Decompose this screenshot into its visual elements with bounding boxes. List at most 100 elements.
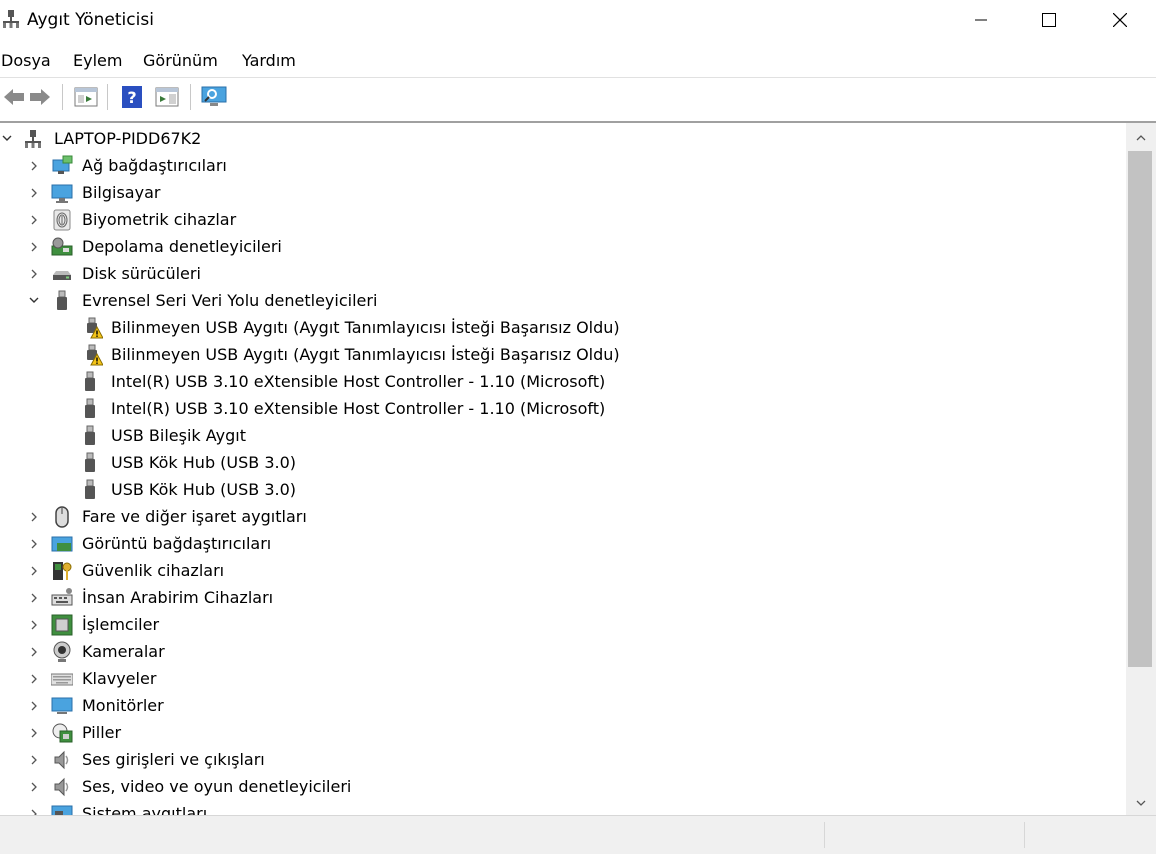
tree-category-label: Ağ bağdaştırıcıları <box>82 156 227 175</box>
scroll-up-button[interactable] <box>1126 123 1156 151</box>
menu-gorunum[interactable]: Görünüm <box>142 48 219 74</box>
tree-category[interactable]: Ses girişleri ve çıkışları <box>0 746 1126 773</box>
fingerprint-icon <box>51 209 73 231</box>
close-button[interactable] <box>1097 0 1143 40</box>
chevron-right-icon[interactable] <box>27 179 41 206</box>
chevron-down-icon <box>1136 800 1146 806</box>
tree-category[interactable]: Güvenlik cihazları <box>0 557 1126 584</box>
tree-device[interactable]: Intel(R) USB 3.10 eXtensible Host Contro… <box>0 368 1126 395</box>
scan-hardware-button[interactable] <box>200 83 228 111</box>
chevron-right-icon[interactable] <box>27 611 41 638</box>
chevron-right-icon[interactable] <box>27 665 41 692</box>
close-icon <box>1113 13 1127 27</box>
chevron-right-icon[interactable] <box>27 260 41 287</box>
battery-icon <box>51 722 73 744</box>
tree-device[interactable]: Intel(R) USB 3.10 eXtensible Host Contro… <box>0 395 1126 422</box>
tree-category-label: Fare ve diğer işaret aygıtları <box>82 507 307 526</box>
minimize-button[interactable] <box>958 0 1004 40</box>
computer-icon <box>51 182 73 204</box>
tree-device-label: Bilinmeyen USB Aygıtı (Aygıt Tanımlayıcı… <box>111 345 620 364</box>
tree-device[interactable]: USB Kök Hub (USB 3.0) <box>0 449 1126 476</box>
usb-icon <box>79 425 101 447</box>
tree-category[interactable]: Biyometrik cihazlar <box>0 206 1126 233</box>
status-pane <box>824 822 1025 848</box>
display-adapter-icon <box>51 533 73 555</box>
back-icon <box>4 89 24 105</box>
svg-text:?: ? <box>127 88 136 107</box>
chevron-right-icon[interactable] <box>27 692 41 719</box>
chevron-right-icon[interactable] <box>27 152 41 179</box>
menu-yardim[interactable]: Yardım <box>241 48 297 74</box>
hid-icon <box>51 587 73 609</box>
chevron-up-icon <box>1136 134 1146 140</box>
chevron-right-icon[interactable] <box>27 233 41 260</box>
usb-icon <box>79 452 101 474</box>
tree-category[interactable]: Görüntü bağdaştırıcıları <box>0 530 1126 557</box>
disk-drive-icon <box>51 263 73 285</box>
chevron-right-icon[interactable] <box>27 773 41 800</box>
camera-icon <box>51 641 73 663</box>
tree-category-label: İşlemciler <box>82 615 160 634</box>
action-pane-button[interactable] <box>153 83 181 111</box>
usb-icon <box>79 371 101 393</box>
scroll-down-button[interactable] <box>1126 789 1156 817</box>
tree-category[interactable]: Piller <box>0 719 1126 746</box>
vertical-scrollbar[interactable] <box>1126 123 1156 817</box>
speaker-icon <box>51 749 73 771</box>
tree-category[interactable]: Ağ bağdaştırıcıları <box>0 152 1126 179</box>
tree-device[interactable]: Bilinmeyen USB Aygıtı (Aygıt Tanımlayıcı… <box>0 314 1126 341</box>
tree-category-label: Disk sürücüleri <box>82 264 201 283</box>
help-button[interactable]: ? <box>118 83 146 111</box>
tree-device[interactable]: USB Kök Hub (USB 3.0) <box>0 476 1126 503</box>
tree-category[interactable]: Kameralar <box>0 638 1126 665</box>
forward-button[interactable] <box>26 83 54 111</box>
maximize-button[interactable] <box>1026 0 1072 40</box>
tree-category-label: Biyometrik cihazlar <box>82 210 237 229</box>
tree-category[interactable]: Fare ve diğer işaret aygıtları <box>0 503 1126 530</box>
tree-device-label: Intel(R) USB 3.10 eXtensible Host Contro… <box>111 399 606 418</box>
tree-category-expanded[interactable]: Evrensel Seri Veri Yolu denetleyicileri <box>0 287 1126 314</box>
back-button[interactable] <box>0 83 28 111</box>
tree-device[interactable]: Bilinmeyen USB Aygıtı (Aygıt Tanımlayıcı… <box>0 341 1126 368</box>
tree-root[interactable]: LAPTOP-PIDD67K2 <box>0 125 1126 152</box>
scan-hardware-icon <box>201 86 227 106</box>
chevron-right-icon[interactable] <box>27 584 41 611</box>
storage-controller-icon <box>51 236 73 258</box>
tree-root-label: LAPTOP-PIDD67K2 <box>54 129 202 148</box>
tree-device-label: Intel(R) USB 3.10 eXtensible Host Contro… <box>111 372 606 391</box>
tree-category[interactable]: Depolama denetleyicileri <box>0 233 1126 260</box>
properties-button[interactable] <box>72 83 100 111</box>
tree-category[interactable]: İşlemciler <box>0 611 1126 638</box>
chevron-right-icon[interactable] <box>27 719 41 746</box>
tree-device[interactable]: USB Bileşik Aygıt <box>0 422 1126 449</box>
device-manager-icon <box>1 9 21 29</box>
chevron-down-icon[interactable] <box>27 287 41 314</box>
window-title: Aygıt Yöneticisi <box>27 10 154 30</box>
tree-category-label: Bilgisayar <box>82 183 161 202</box>
chevron-right-icon[interactable] <box>27 638 41 665</box>
tree-category[interactable]: Bilgisayar <box>0 179 1126 206</box>
chevron-right-icon[interactable] <box>27 530 41 557</box>
properties-icon <box>74 87 98 107</box>
tree-device-label: Bilinmeyen USB Aygıtı (Aygıt Tanımlayıcı… <box>111 318 620 337</box>
tree-category[interactable]: Klavyeler <box>0 665 1126 692</box>
menu-dosya[interactable]: Dosya <box>0 48 52 74</box>
minimize-icon <box>975 19 987 21</box>
tree-category[interactable]: Ses, video ve oyun denetleyicileri <box>0 773 1126 800</box>
menu-eylem[interactable]: Eylem <box>72 48 123 74</box>
tree-category-label: Monitörler <box>82 696 164 715</box>
computer-tower-icon <box>22 128 44 150</box>
device-tree-pane: LAPTOP-PIDD67K2 Ağ bağdaştırıcıları Bilg… <box>0 121 1156 817</box>
chevron-right-icon[interactable] <box>27 746 41 773</box>
device-tree: LAPTOP-PIDD67K2 Ağ bağdaştırıcıları Bilg… <box>0 125 1126 817</box>
speaker-icon <box>51 776 73 798</box>
monitor-icon <box>51 695 73 717</box>
tree-category[interactable]: Disk sürücüleri <box>0 260 1126 287</box>
chevron-down-icon[interactable] <box>0 125 14 152</box>
chevron-right-icon[interactable] <box>27 557 41 584</box>
tree-category[interactable]: İnsan Arabirim Cihazları <box>0 584 1126 611</box>
scrollbar-thumb[interactable] <box>1128 151 1152 667</box>
chevron-right-icon[interactable] <box>27 503 41 530</box>
chevron-right-icon[interactable] <box>27 206 41 233</box>
tree-category[interactable]: Monitörler <box>0 692 1126 719</box>
